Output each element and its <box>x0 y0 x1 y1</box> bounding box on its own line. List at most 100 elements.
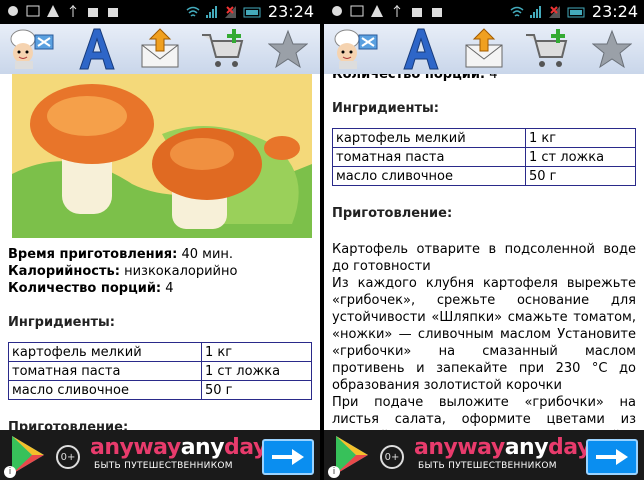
share-button[interactable] <box>458 26 510 72</box>
arrow-right-icon <box>596 449 628 465</box>
ingredient-name: масло сливочное <box>8 380 202 400</box>
calories-label: Калорийность: <box>8 264 120 279</box>
chef-logo-button[interactable] <box>330 26 382 72</box>
ad-tagline: БЫТЬ ПУТЕШЕСТВЕННИКОМ <box>418 461 557 471</box>
chef-notification-icon <box>332 6 342 16</box>
shop-icon-2 <box>432 8 442 17</box>
table-row: томатная паста 1 ст ложка <box>332 147 636 167</box>
shop-icon <box>412 8 422 17</box>
ingredients-heading: Ингридиенты: <box>332 101 439 116</box>
ad-go-button[interactable] <box>586 439 638 475</box>
recipe-photo <box>12 74 312 238</box>
clock: 23:24 <box>591 2 638 21</box>
steps-list: Картофель отварите в подсоленной воде до… <box>332 241 636 430</box>
add-to-cart-button[interactable] <box>522 26 574 72</box>
share-button[interactable] <box>134 26 186 72</box>
mail-export-icon <box>465 28 503 68</box>
portions-label: Количество порций: <box>332 74 486 82</box>
portions-row: Количество порций: 4 <box>332 74 636 83</box>
ingredients-table: картофель мелкий 1 кг томатная паста 1 ст … <box>332 128 636 186</box>
shop-icon <box>88 8 98 17</box>
chef-icon <box>10 29 54 69</box>
star-icon <box>268 29 308 69</box>
info-icon[interactable]: i <box>328 466 340 478</box>
image-icon <box>350 5 364 17</box>
font-size-button[interactable] <box>70 26 122 72</box>
cart-add-icon <box>202 29 244 67</box>
status-right-icons: 23:24 <box>186 2 314 21</box>
favorite-button[interactable] <box>586 26 638 72</box>
clock: 23:24 <box>267 2 314 21</box>
ingredient-qty: 1 ст ложка <box>201 361 312 381</box>
ingredient-name: картофель мелкий <box>332 128 526 148</box>
ingredient-name: картофель мелкий <box>8 342 202 362</box>
signal-off-icon <box>548 5 560 18</box>
steps-heading: Приготовление: <box>8 420 129 430</box>
usb-icon <box>69 5 77 17</box>
info-icon[interactable]: i <box>4 466 16 478</box>
phone-screen-left: 23:24 Время приготовления: 40 мин. Калор… <box>0 0 320 480</box>
star-icon <box>592 29 632 69</box>
brand-part-2: any <box>180 435 225 460</box>
chef-notification-icon <box>8 6 18 16</box>
age-rating-badge: 0+ <box>56 445 80 469</box>
ad-tagline: БЫТЬ ПУТЕШЕСТВЕННИКОМ <box>94 461 233 471</box>
ingredients-table: картофель мелкий 1 кг томатная паста 1 ст … <box>8 342 312 400</box>
ingredient-name: масло сливочное <box>332 166 526 186</box>
app-toolbar <box>0 24 320 74</box>
step-text: При подаче выложите «грибочки» на листья… <box>332 395 636 430</box>
status-left-icons <box>330 4 444 18</box>
recipe-content-scrolled[interactable]: Количество порций: 4 Ингридиенты: картоф… <box>324 74 644 430</box>
ingredient-qty: 50 г <box>201 380 312 400</box>
portions-row: Количество порций: 4 <box>8 280 312 297</box>
app-toolbar <box>324 24 644 74</box>
arrow-right-icon <box>272 449 304 465</box>
portions-value: 4 <box>489 74 498 82</box>
status-right-icons: 23:24 <box>510 2 638 21</box>
ad-banner[interactable]: 0+ anywayanyday БЫТЬ ПУТЕШЕСТВЕННИКОМ i <box>0 430 320 480</box>
ingredient-qty: 1 кг <box>201 342 312 362</box>
ad-brand: anywayanyday <box>90 435 267 460</box>
ingredients-heading: Ингридиенты: <box>8 315 115 330</box>
portions-label: Количество порций: <box>8 281 162 296</box>
status-bar: 23:24 <box>324 0 644 24</box>
warning-icon <box>371 5 383 17</box>
ad-brand: anywayanyday <box>414 435 591 460</box>
warning-icon <box>47 5 59 17</box>
usb-icon <box>393 5 401 17</box>
table-row: картофель мелкий 1 кг <box>332 128 636 148</box>
steps-heading: Приготовление: <box>332 206 453 221</box>
age-rating-badge: 0+ <box>380 445 404 469</box>
add-to-cart-button[interactable] <box>198 26 250 72</box>
prep-time-row: Время приготовления: 40 мин. <box>8 246 312 263</box>
signal-icon <box>529 5 541 18</box>
step-text: Картофель отварите в подсоленной воде до… <box>332 242 636 274</box>
brand-part-1: anyway <box>414 435 505 460</box>
screens: 23:24 Время приготовления: 40 мин. Калор… <box>0 0 644 480</box>
ad-banner[interactable]: 0+ anywayanyday БЫТЬ ПУТЕШЕСТВЕННИКОМ i <box>324 430 644 480</box>
brand-part-1: anyway <box>90 435 181 460</box>
chef-icon <box>334 29 378 69</box>
prep-time-value: 40 мин. <box>181 247 234 262</box>
cart-add-icon <box>526 29 568 67</box>
ingredient-name: томатная паста <box>8 361 202 381</box>
favorite-button[interactable] <box>262 26 314 72</box>
font-size-button[interactable] <box>394 26 446 72</box>
brand-part-3: day <box>224 435 267 460</box>
chef-logo-button[interactable] <box>6 26 58 72</box>
table-row: масло сливочное 50 г <box>332 166 636 186</box>
font-a-icon <box>79 28 115 70</box>
wifi-icon <box>186 6 200 17</box>
signal-icon <box>205 5 217 18</box>
wifi-icon <box>510 6 524 17</box>
ingredient-qty: 1 ст ложка <box>525 147 636 167</box>
table-row: томатная паста 1 ст ложка <box>8 361 312 381</box>
recipe-content[interactable]: Время приготовления: 40 мин. Калорийност… <box>0 74 320 430</box>
status-bar: 23:24 <box>0 0 320 24</box>
ingredient-qty: 50 г <box>525 166 636 186</box>
mail-export-icon <box>141 28 179 68</box>
brand-part-2: any <box>504 435 549 460</box>
battery-icon <box>243 7 261 17</box>
ad-go-button[interactable] <box>262 439 314 475</box>
step-text: Из каждого клубня картофеля вырежьте «гр… <box>332 276 636 393</box>
